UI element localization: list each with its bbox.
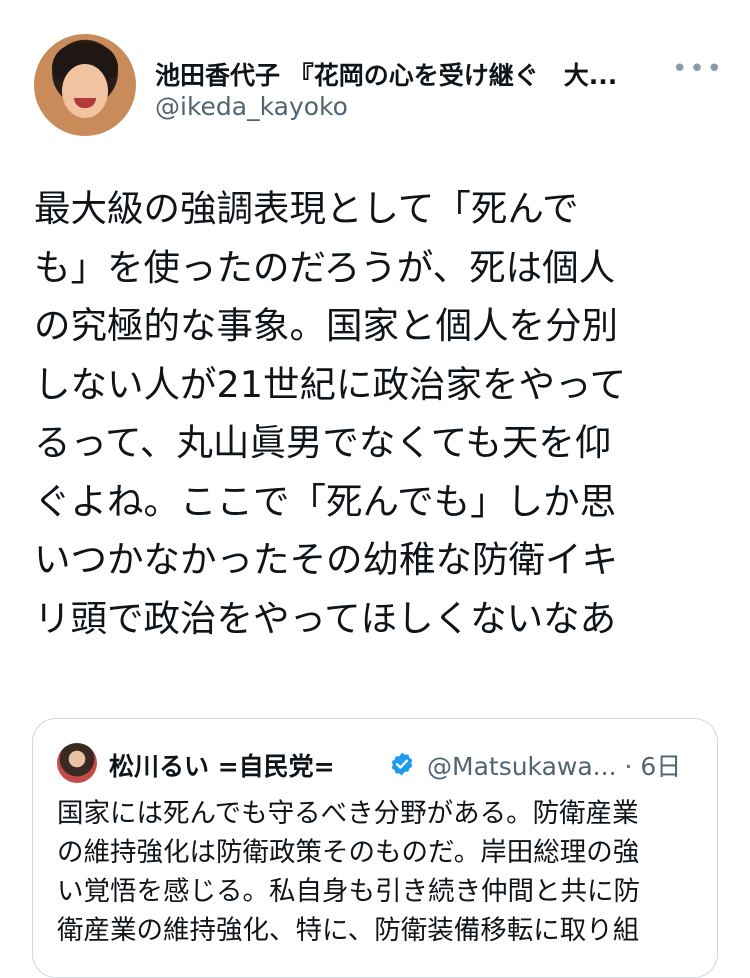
quoted-tweet[interactable]: 松川るい =自民党= @Matsukawa... · 6日 国家には死んでも守る… — [32, 718, 718, 978]
verified-badge-icon — [391, 752, 413, 776]
tweet-line: 最大級の強調表現として「死んで — [34, 187, 579, 230]
quoted-tweet-text: 国家には死んでも守るべき分野がある。防衛産業 の維持強化は防衛政策そのものだ。岸… — [57, 794, 697, 950]
quoted-tweet-line: の維持強化は防衛政策そのものだ。岸田総理の強 — [57, 837, 640, 868]
tweet-line: リ頭で政治をやってほしくないなあ — [34, 596, 617, 640]
tweet-text: 最大級の強調表現として「死んで も」を使ったのだろうが、死は個人 の究極的な事象… — [34, 180, 706, 648]
tweet-header: 池田香代子 『花岡の心を受け継ぐ 大... @ikeda_kayoko ••• — [34, 34, 724, 138]
tweet-line: しない人が21世紀に政治家をやって — [34, 362, 627, 406]
quoted-tweet-line: 衛産業の維持強化、特に、防衛装備移転に取り組 — [57, 915, 640, 946]
tweet-line: ぐよね。ここで「死んでも」しか思 — [34, 479, 617, 523]
tweet-line: るって、丸山眞男でなくても天を仰 — [34, 421, 612, 464]
quoted-author-handle[interactable]: @Matsukawa... · 6日 — [427, 747, 681, 783]
more-options-icon[interactable]: ••• — [672, 54, 724, 84]
tweet-line: いつかなかったその幼稚な防衛イキ — [34, 538, 618, 581]
quoted-author-avatar[interactable] — [57, 743, 97, 783]
tweet-line: も」を使ったのだろうが、死は個人 — [34, 245, 616, 289]
author-name[interactable]: 池田香代子 『花岡の心を受け継ぐ 大... — [155, 56, 685, 92]
quoted-tweet-line: い覚悟を感じる。私自身も引き続き仲間と共に防 — [57, 876, 640, 907]
tweet-line: の究極的な事象。国家と個人を分別 — [34, 304, 618, 347]
author-handle[interactable]: @ikeda_kayoko — [155, 92, 348, 121]
author-avatar[interactable] — [34, 34, 136, 136]
quoted-tweet-line: 国家には死んでも守るべき分野がある。防衛産業 — [57, 798, 639, 829]
quoted-author-name[interactable]: 松川るい =自民党= — [109, 747, 335, 783]
